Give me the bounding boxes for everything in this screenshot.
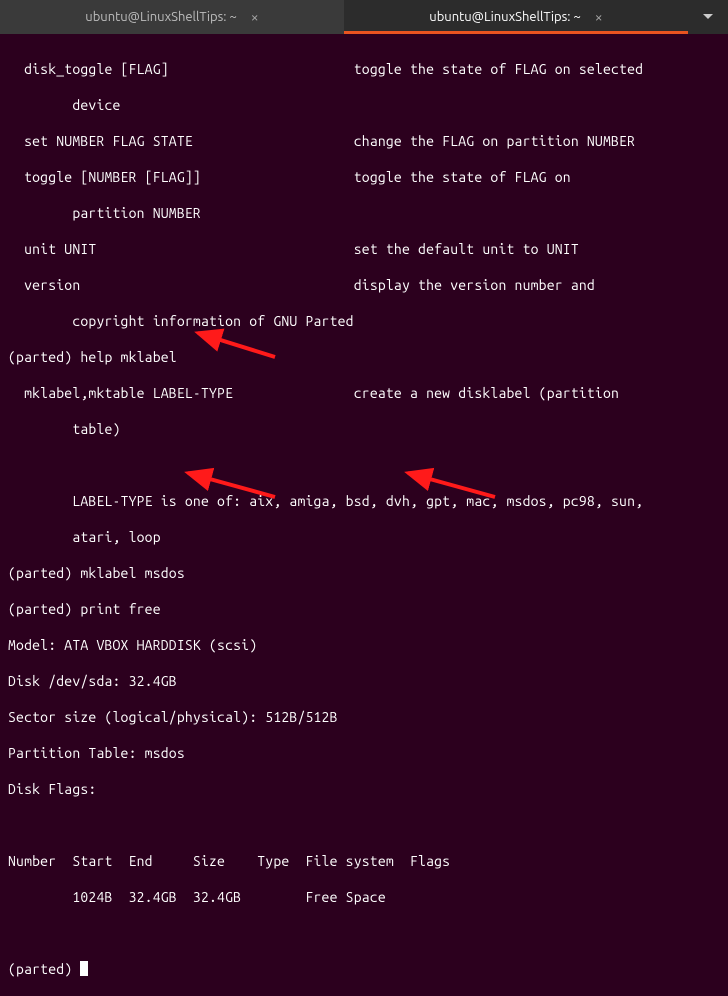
help-labeltype: LABEL-TYPE is one of: aix, amiga, bsd, d… [8,492,720,510]
help-desc: set the default unit to UNIT [354,241,579,257]
tab-terminal-2[interactable]: ubuntu@LinuxShellTips: ~ × [344,0,688,34]
new-tab-button[interactable] [688,0,728,34]
help-labeltype-cont: atari, loop [8,528,720,546]
cmd-line: (parted) help mklabel [8,348,720,366]
help-line: mklabel,mktable LABEL-TYPE [8,385,233,401]
help-line: unit UNIT [8,241,96,257]
help-desc: create a new disklabel (partition [354,385,619,401]
help-cont: copyright information of GNU Parted [8,312,720,330]
table-header: Number Start End Size Type File system F… [8,852,720,870]
prompt: (parted) [8,961,80,977]
close-icon[interactable]: × [595,10,603,24]
output-ptable: Partition Table: msdos [8,744,720,762]
cmd-line: (parted) print free [8,600,720,618]
chevron-down-icon [702,11,714,23]
help-line: version [8,277,80,293]
help-desc: toggle the state of FLAG on [354,169,571,185]
help-cont: device [8,96,720,114]
cmd-line: (parted) mklabel msdos [8,564,720,582]
help-desc: display the version number and [354,277,595,293]
terminal-output[interactable]: disk_toggle [FLAG] toggle the state of F… [0,34,728,996]
help-cont: table) [8,420,720,438]
tab-bar: ubuntu@LinuxShellTips: ~ × ubuntu@LinuxS… [0,0,728,34]
close-icon[interactable]: × [251,10,259,24]
help-line: set NUMBER FLAG STATE [8,133,193,149]
output-dflags: Disk Flags: [8,780,720,798]
tab-terminal-1[interactable]: ubuntu@LinuxShellTips: ~ × [0,0,344,34]
tab-title: ubuntu@LinuxShellTips: ~ [429,10,581,24]
output-disk: Disk /dev/sda: 32.4GB [8,672,720,690]
table-row: 1024B 32.4GB 32.4GB Free Space [8,888,720,906]
help-cont: partition NUMBER [8,204,720,222]
output-model: Model: ATA VBOX HARDDISK (scsi) [8,636,720,654]
tab-title: ubuntu@LinuxShellTips: ~ [85,10,237,24]
help-desc: change the FLAG on partition NUMBER [354,133,635,149]
help-desc: toggle the state of FLAG on selected [354,61,643,77]
help-line: disk_toggle [FLAG] [8,61,169,77]
cursor [80,961,88,976]
help-line: toggle [NUMBER [FLAG]] [8,169,201,185]
output-sector: Sector size (logical/physical): 512B/512… [8,708,720,726]
